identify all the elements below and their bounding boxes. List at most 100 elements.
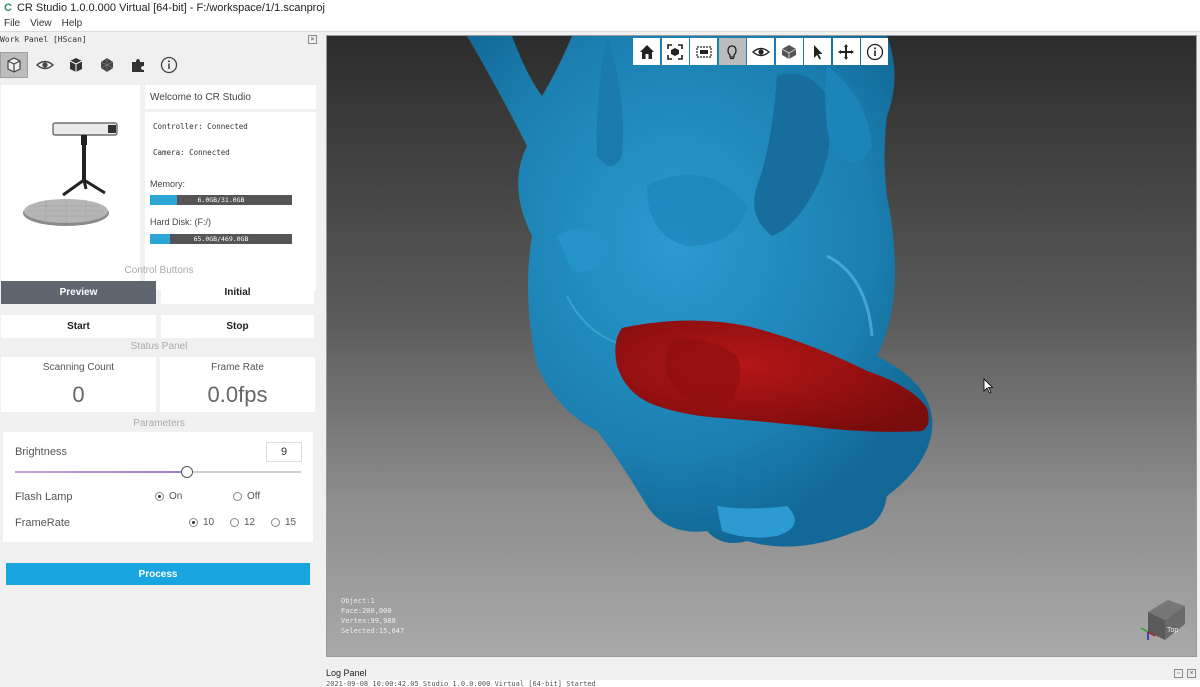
brightness-slider[interactable] [15, 466, 301, 478]
control-buttons-label: Control Buttons [124, 265, 194, 276]
vertex-count: Vertex:99,988 [341, 617, 396, 625]
radio-dot-icon [230, 518, 239, 527]
mesh-icon [100, 58, 114, 72]
memory-value: 6.0GB/31.0GB [197, 196, 245, 204]
flash-lamp-label: Flash Lamp [15, 491, 73, 503]
status-panel-label: Status Panel [130, 341, 188, 352]
flash-off-radio[interactable]: Off [233, 491, 260, 502]
restore-icon[interactable]: ▫ [1174, 668, 1183, 678]
box-button[interactable] [62, 52, 90, 78]
camera-status: Camera: Connected [153, 148, 230, 157]
visibility-button[interactable] [747, 38, 774, 65]
scanner-tripod-icon [23, 122, 118, 226]
face-count: Face:200,000 [341, 607, 392, 615]
model-info: Object:1 Face:200,000 Vertex:99,988 Sele… [341, 596, 404, 636]
framerate-10-radio[interactable]: 10 [189, 517, 214, 528]
frame-rate-card: Frame Rate 0.0fps [160, 357, 315, 412]
orientation-cube-icon[interactable]: Top [1133, 592, 1193, 646]
eye-icon [751, 47, 770, 56]
disk-bar: 65.0GB/469.0GB [150, 234, 292, 244]
initial-button[interactable]: Initial [161, 281, 314, 304]
light-button[interactable] [718, 38, 746, 65]
radio-dot-icon [189, 518, 198, 527]
scanning-count-card: Scanning Count 0 [1, 357, 156, 412]
framerate-12-label: 12 [244, 517, 256, 528]
menu-file[interactable]: File [4, 18, 20, 29]
plugin-button[interactable] [124, 52, 152, 78]
selected-count: Selected:15,647 [341, 627, 405, 635]
box-icon [69, 58, 83, 72]
select-box-button[interactable] [690, 38, 717, 65]
flash-on-radio[interactable]: On [155, 491, 182, 502]
fit-view-icon [667, 43, 683, 60]
layers-button[interactable] [775, 38, 803, 65]
memory-bar: 6.0GB/31.0GB [150, 195, 292, 205]
log-panel-header: Log Panel ▫ × [326, 666, 1200, 680]
title-bar: C CR Studio 1.0.0.000 Virtual [64-bit] -… [0, 0, 1200, 16]
puzzle-icon [132, 59, 144, 72]
frame-rate-label: Frame Rate [211, 362, 264, 373]
info-view-button[interactable] [861, 38, 888, 65]
move-button[interactable] [832, 38, 860, 65]
layers-icon [781, 44, 797, 59]
brightness-label: Brightness [15, 446, 67, 458]
parameters-panel: Brightness 9 Flash Lamp On Off FrameRate… [3, 432, 313, 542]
info-icon [866, 43, 883, 60]
menu-help[interactable]: Help [62, 18, 83, 29]
work-panel: Work Panel [HScan] × Welcome to CR Studi… [0, 32, 320, 687]
scanned-model[interactable] [327, 36, 1197, 657]
scanning-count-value: 0 [72, 382, 85, 407]
framerate-label: FrameRate [15, 517, 71, 529]
memory-label: Memory: [150, 179, 186, 189]
flash-on-label: On [169, 491, 183, 502]
mouse-cursor-icon [983, 378, 994, 394]
info-button[interactable] [155, 52, 183, 78]
start-button[interactable]: Start [1, 315, 156, 338]
axes-top-label: Top [1167, 627, 1178, 634]
scan-cube-button[interactable] [0, 52, 28, 78]
info-icon [160, 56, 178, 74]
brightness-slider-fill [15, 471, 187, 473]
brightness-input[interactable]: 9 [266, 442, 302, 462]
brightness-slider-thumb[interactable] [180, 466, 193, 478]
window-title: CR Studio 1.0.0.000 Virtual [64-bit] - F… [16, 2, 325, 14]
move-icon [838, 43, 854, 60]
flash-off-label: Off [247, 491, 261, 502]
mesh-button[interactable] [93, 52, 121, 78]
close-icon[interactable]: × [1187, 668, 1196, 678]
work-panel-toolbar [0, 51, 186, 79]
object-count: Object:1 [341, 597, 375, 605]
work-panel-title: Work Panel [HScan] [0, 34, 87, 44]
controller-status: Controller: Connected [153, 122, 248, 131]
fit-view-button[interactable] [661, 38, 689, 65]
eye-icon [36, 60, 54, 70]
device-image [1, 85, 140, 290]
home-view-button[interactable] [633, 38, 660, 65]
app-logo-icon: C [4, 2, 12, 14]
menu-bar: File View Help [0, 16, 1200, 32]
radio-dot-icon [271, 518, 280, 527]
home-icon [639, 44, 654, 59]
pointer-icon [813, 44, 822, 59]
framerate-12-radio[interactable]: 12 [230, 517, 255, 528]
disk-value: 65.0GB/469.0GB [193, 235, 249, 243]
framerate-10-label: 10 [203, 517, 215, 528]
framerate-15-label: 15 [285, 517, 297, 528]
process-button[interactable]: Process [6, 563, 310, 585]
log-panel: Log Panel ▫ × 2021-09-08 10:00:42.05 Stu… [326, 666, 1200, 687]
view-button[interactable] [31, 52, 59, 78]
framerate-15-radio[interactable]: 15 [271, 517, 296, 528]
light-icon [727, 44, 737, 59]
frame-rate-value: 0.0fps [207, 382, 268, 407]
radio-dot-icon [233, 492, 242, 501]
stop-button[interactable]: Stop [161, 315, 314, 338]
preview-button[interactable]: Preview [1, 281, 156, 304]
menu-view[interactable]: View [30, 18, 52, 29]
viewport-toolbar [633, 38, 890, 65]
pointer-button[interactable] [804, 38, 831, 65]
work-panel-header: Work Panel [HScan] × [0, 32, 320, 46]
close-icon[interactable]: × [308, 34, 317, 44]
3d-viewport[interactable]: Object:1 Face:200,000 Vertex:99,988 Sele… [326, 35, 1197, 657]
log-panel-title: Log Panel [326, 668, 367, 678]
radio-dot-icon [155, 492, 164, 501]
